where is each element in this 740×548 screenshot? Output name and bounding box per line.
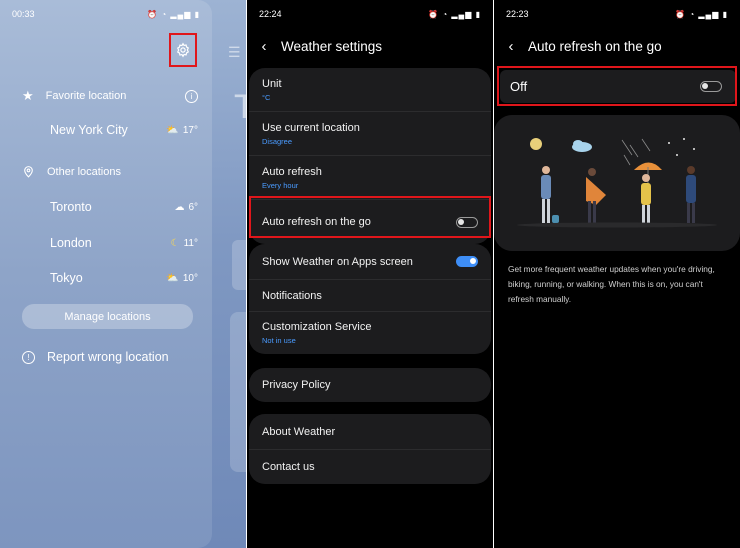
status-time: 22:23 — [506, 9, 529, 19]
status-icons: ⏰ ◔ ▂▄▆ ▮ — [428, 9, 481, 19]
master-switch-row[interactable]: Off — [500, 70, 736, 103]
other-locations-header: Other locations — [22, 165, 198, 178]
setting-show-on-apps-screen[interactable]: Show Weather on Apps screen — [249, 244, 491, 280]
alert-icon: ! — [22, 350, 35, 364]
setting-title: Privacy Policy — [262, 379, 331, 391]
favorite-location-header: ★ Favorite location i — [22, 88, 198, 104]
city-temp: ⛅ 10° — [166, 272, 198, 284]
card-peek — [232, 240, 246, 290]
setting-title: Customization Service — [262, 321, 372, 333]
page-title: Weather settings — [281, 39, 383, 54]
setting-use-current-location[interactable]: Use current location Disagree — [249, 112, 491, 156]
settings-group-2: Show Weather on Apps screen Notification… — [249, 244, 491, 354]
setting-contact-us[interactable]: Contact us — [249, 450, 491, 484]
location-item-london[interactable]: London ☾ 11° — [50, 236, 198, 250]
city-name: London — [50, 236, 92, 250]
report-label: Report wrong location — [47, 350, 169, 364]
location-item-toronto[interactable]: Toronto ☁ 6° — [50, 200, 198, 214]
settings-group-1: Unit °C Use current location Disagree Au… — [249, 68, 491, 244]
setting-title: Show Weather on Apps screen — [262, 255, 413, 268]
setting-about-weather[interactable]: About Weather — [249, 414, 491, 450]
drawer: 00:33 ⏰ ◔ ▂▄▆ ▮ ★ Favorite location i Ne… — [0, 0, 212, 548]
temp-peek: T — [234, 88, 246, 126]
setting-privacy-policy[interactable]: Privacy Policy — [249, 368, 491, 402]
status-bar: 22:23 ⏰ ◔ ▂▄▆ ▮ — [494, 0, 740, 28]
status-icons: ⏰ ◔ ▂▄▆ ▮ — [675, 9, 728, 19]
back-icon[interactable]: ‹ — [494, 38, 528, 55]
settings-button[interactable] — [169, 33, 197, 67]
report-wrong-location-button[interactable]: ! Report wrong location — [22, 350, 198, 364]
weather-people-illustration — [517, 138, 717, 228]
auto-refresh-on-the-go-switch[interactable] — [700, 81, 722, 92]
setting-customization-service[interactable]: Customization Service Not in use — [249, 312, 491, 354]
setting-title: Auto refresh on the go — [262, 216, 371, 228]
auto-refresh-on-the-go-panel: 22:23 ⏰ ◔ ▂▄▆ ▮ ‹ Auto refresh on the go… — [494, 0, 740, 548]
location-pin-icon — [24, 166, 33, 178]
menu-peek-icon: ☰ — [228, 44, 241, 60]
setting-value: Not in use — [262, 336, 296, 345]
page-title: Auto refresh on the go — [528, 39, 662, 54]
favorite-location-label: Favorite location — [45, 90, 127, 102]
setting-title: Contact us — [262, 461, 315, 473]
setting-title: Auto refresh — [262, 165, 322, 178]
feature-description: Get more frequent weather updates when y… — [508, 264, 715, 304]
setting-auto-refresh[interactable]: Auto refresh Every hour — [249, 156, 491, 200]
city-name: Toronto — [50, 200, 92, 214]
city-temp: ⛅ 17° — [166, 124, 198, 136]
location-item-favorite[interactable]: New York City ⛅ 17° — [50, 123, 198, 137]
city-name: New York City — [50, 123, 128, 137]
setting-unit[interactable]: Unit °C — [249, 68, 491, 112]
settings-group-3: Privacy Policy — [249, 368, 491, 402]
weather-settings-panel: 22:24 ⏰ ◔ ▂▄▆ ▮ ‹ Weather settings Unit … — [247, 0, 493, 548]
setting-value: °C — [262, 92, 271, 102]
status-bar: 00:33 ⏰ ◔ ▂▄▆ ▮ — [0, 0, 212, 28]
other-locations-label: Other locations — [47, 165, 121, 178]
back-icon[interactable]: ‹ — [247, 38, 281, 55]
header: ‹ Weather settings — [247, 38, 493, 55]
partly-cloudy-icon: ⛅ — [166, 272, 179, 284]
auto-refresh-on-the-go-toggle[interactable] — [456, 216, 478, 228]
switch-label: Off — [510, 79, 528, 94]
locations-drawer-panel: ☰ T 00:33 ⏰ ◔ ▂▄▆ ▮ ★ Favorite location … — [0, 0, 246, 548]
info-icon[interactable]: i — [185, 89, 198, 103]
city-temp: ☾ 11° — [170, 237, 198, 249]
setting-notifications[interactable]: Notifications — [249, 280, 491, 312]
city-name: Tokyo — [50, 271, 83, 285]
status-bar: 22:24 ⏰ ◔ ▂▄▆ ▮ — [247, 0, 493, 28]
status-time: 00:33 — [12, 9, 35, 19]
setting-title: About Weather — [262, 425, 336, 438]
manage-locations-button[interactable]: Manage locations — [22, 304, 193, 329]
setting-title: Use current location — [262, 121, 360, 134]
star-icon: ★ — [22, 88, 34, 103]
moon-icon: ☾ — [170, 237, 180, 249]
partly-cloudy-icon: ⛅ — [166, 124, 179, 136]
setting-value: Every hour — [262, 180, 299, 190]
header: ‹ Auto refresh on the go — [494, 38, 740, 55]
status-time: 22:24 — [259, 9, 282, 19]
city-temp: ☁ 6° — [174, 201, 198, 213]
setting-value: Disagree — [262, 136, 293, 146]
cloud-icon: ☁ — [174, 201, 185, 213]
gear-icon — [176, 42, 190, 58]
setting-title: Notifications — [262, 289, 322, 302]
settings-group-4: About Weather Contact us — [249, 414, 491, 484]
show-on-apps-toggle[interactable] — [456, 256, 478, 267]
status-icons: ⏰ ◔ ▂▄▆ ▮ — [147, 9, 200, 19]
location-item-tokyo[interactable]: Tokyo ⛅ 10° — [50, 271, 198, 285]
setting-auto-refresh-on-the-go[interactable]: Auto refresh on the go — [249, 200, 491, 244]
illustration — [494, 115, 740, 251]
card-peek — [230, 312, 246, 472]
setting-title: Unit — [262, 77, 282, 90]
